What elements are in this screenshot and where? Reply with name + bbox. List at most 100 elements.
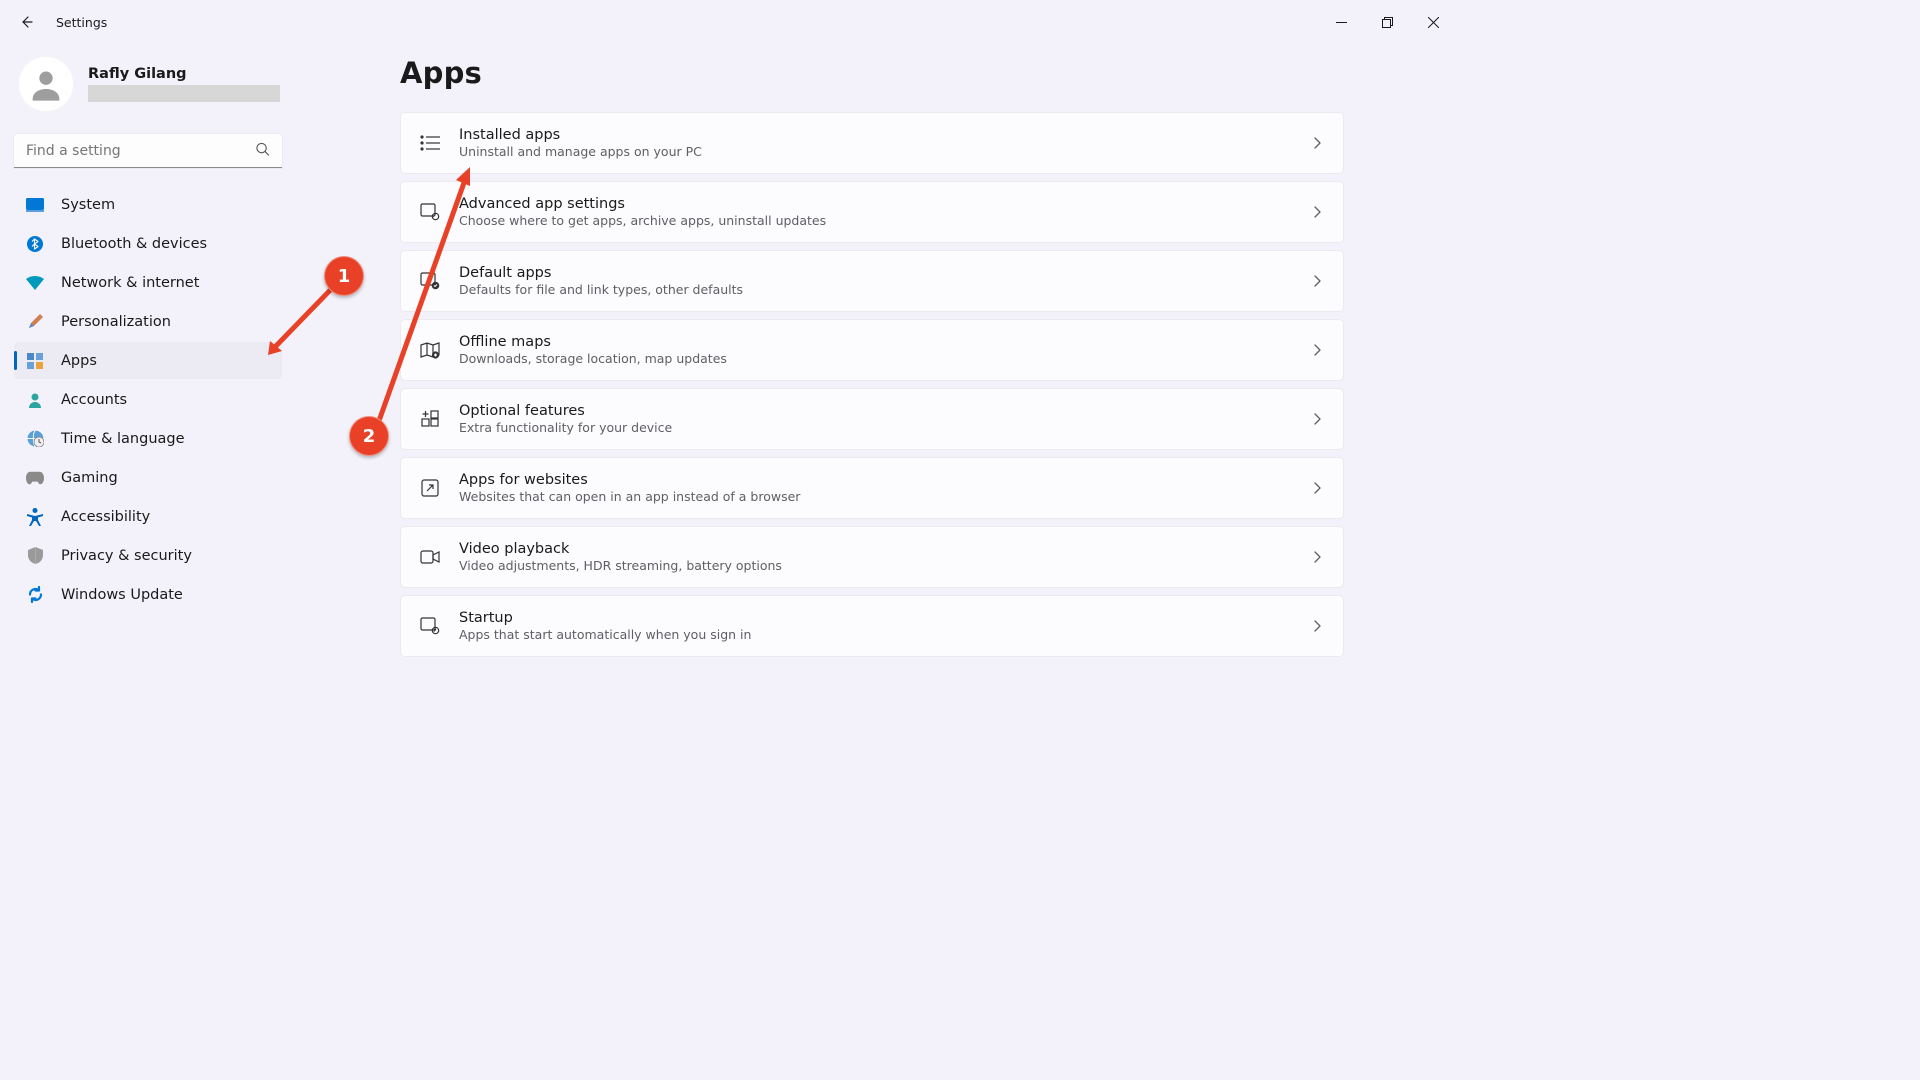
- chevron-right-icon: [1313, 548, 1321, 567]
- card-default-apps[interactable]: Default apps Defaults for file and link …: [400, 250, 1344, 312]
- search-box[interactable]: [14, 134, 282, 168]
- sidebar-item-privacy[interactable]: Privacy & security: [14, 537, 282, 574]
- sidebar-item-gaming[interactable]: Gaming: [14, 459, 282, 496]
- sidebar-item-label: Personalization: [61, 314, 171, 330]
- accessibility-icon: [26, 508, 44, 526]
- chevron-right-icon: [1313, 617, 1321, 636]
- card-video-playback[interactable]: Video playback Video adjustments, HDR st…: [400, 526, 1344, 588]
- profile-text: Rafly Gilang: [88, 66, 280, 102]
- bluetooth-icon: [26, 235, 44, 253]
- sidebar-item-label: Time & language: [61, 431, 185, 447]
- card-advanced-app[interactable]: Advanced app settings Choose where to ge…: [400, 181, 1344, 243]
- card-text: Apps for websites Websites that can open…: [459, 472, 1313, 504]
- chevron-right-icon: [1313, 134, 1321, 153]
- sidebar-item-personalization[interactable]: Personalization: [14, 303, 282, 340]
- card-optional-features[interactable]: Optional features Extra functionality fo…: [400, 388, 1344, 450]
- card-startup[interactable]: Startup Apps that start automatically wh…: [400, 595, 1344, 657]
- window-title: Settings: [56, 15, 107, 30]
- card-title: Offline maps: [459, 334, 1313, 350]
- list-icon: [419, 132, 441, 154]
- paintbrush-icon: [26, 313, 44, 331]
- avatar: [18, 56, 74, 112]
- window-controls: [1318, 7, 1456, 37]
- maximize-button[interactable]: [1364, 7, 1410, 37]
- card-title: Installed apps: [459, 127, 1313, 143]
- card-title: Video playback: [459, 541, 1313, 557]
- maximize-icon: [1382, 17, 1393, 28]
- clock-globe-icon: [26, 430, 44, 448]
- sidebar-item-label: Bluetooth & devices: [61, 236, 207, 252]
- sidebar-item-label: System: [61, 197, 115, 213]
- default-apps-icon: [419, 270, 441, 292]
- chevron-right-icon: [1313, 203, 1321, 222]
- shield-icon: [26, 547, 44, 565]
- sidebar-item-label: Accessibility: [61, 509, 150, 525]
- card-apps-for-websites[interactable]: Apps for websites Websites that can open…: [400, 457, 1344, 519]
- card-text: Startup Apps that start automatically wh…: [459, 610, 1313, 642]
- layout: Rafly Gilang System Bluetooth & devices …: [0, 44, 1456, 816]
- open-external-icon: [419, 477, 441, 499]
- sidebar-item-system[interactable]: System: [14, 186, 282, 223]
- profile[interactable]: Rafly Gilang: [14, 52, 300, 122]
- sidebar-item-update[interactable]: Windows Update: [14, 576, 282, 613]
- map-icon: [419, 339, 441, 361]
- sidebar-item-accounts[interactable]: Accounts: [14, 381, 282, 418]
- chevron-right-icon: [1313, 479, 1321, 498]
- card-subtitle: Apps that start automatically when you s…: [459, 627, 1313, 642]
- page-title: Apps: [400, 56, 1344, 90]
- sidebar-item-label: Windows Update: [61, 587, 183, 603]
- back-button[interactable]: [16, 12, 36, 32]
- sidebar-item-time[interactable]: Time & language: [14, 420, 282, 457]
- profile-name: Rafly Gilang: [88, 66, 280, 82]
- card-subtitle: Websites that can open in an app instead…: [459, 489, 1313, 504]
- main-content: Apps Installed apps Uninstall and manage…: [300, 44, 1456, 816]
- video-icon: [419, 546, 441, 568]
- chevron-right-icon: [1313, 341, 1321, 360]
- sidebar-item-network[interactable]: Network & internet: [14, 264, 282, 301]
- sidebar: Rafly Gilang System Bluetooth & devices …: [0, 44, 300, 816]
- close-button[interactable]: [1410, 7, 1456, 37]
- sidebar-item-label: Accounts: [61, 392, 127, 408]
- wifi-icon: [26, 274, 44, 292]
- chevron-right-icon: [1313, 272, 1321, 291]
- card-text: Optional features Extra functionality fo…: [459, 403, 1313, 435]
- sidebar-item-apps[interactable]: Apps: [14, 342, 282, 379]
- update-icon: [26, 586, 44, 604]
- card-subtitle: Video adjustments, HDR streaming, batter…: [459, 558, 1313, 573]
- titlebar-left: Settings: [16, 12, 107, 32]
- card-title: Optional features: [459, 403, 1313, 419]
- card-text: Installed apps Uninstall and manage apps…: [459, 127, 1313, 159]
- card-subtitle: Defaults for file and link types, other …: [459, 282, 1313, 297]
- card-offline-maps[interactable]: Offline maps Downloads, storage location…: [400, 319, 1344, 381]
- card-title: Startup: [459, 610, 1313, 626]
- card-installed-apps[interactable]: Installed apps Uninstall and manage apps…: [400, 112, 1344, 174]
- profile-email-redacted: [88, 85, 280, 102]
- optional-features-icon: [419, 408, 441, 430]
- card-text: Default apps Defaults for file and link …: [459, 265, 1313, 297]
- minimize-button[interactable]: [1318, 7, 1364, 37]
- card-title: Default apps: [459, 265, 1313, 281]
- card-subtitle: Choose where to get apps, archive apps, …: [459, 213, 1313, 228]
- minimize-icon: [1336, 17, 1347, 28]
- arrow-left-icon: [18, 14, 34, 30]
- system-icon: [26, 196, 44, 214]
- sidebar-item-bluetooth[interactable]: Bluetooth & devices: [14, 225, 282, 262]
- settings-card-list: Installed apps Uninstall and manage apps…: [400, 112, 1344, 657]
- person-icon: [26, 391, 44, 409]
- chevron-right-icon: [1313, 410, 1321, 429]
- card-subtitle: Downloads, storage location, map updates: [459, 351, 1313, 366]
- card-text: Offline maps Downloads, storage location…: [459, 334, 1313, 366]
- titlebar: Settings: [0, 0, 1456, 44]
- card-text: Video playback Video adjustments, HDR st…: [459, 541, 1313, 573]
- sidebar-item-accessibility[interactable]: Accessibility: [14, 498, 282, 535]
- card-title: Advanced app settings: [459, 196, 1313, 212]
- apps-icon: [26, 352, 44, 370]
- startup-icon: [419, 615, 441, 637]
- sidebar-item-label: Gaming: [61, 470, 118, 486]
- nav-list: System Bluetooth & devices Network & int…: [14, 186, 282, 613]
- card-subtitle: Extra functionality for your device: [459, 420, 1313, 435]
- sidebar-item-label: Apps: [61, 353, 97, 369]
- search-input[interactable]: [14, 134, 282, 168]
- sidebar-item-label: Privacy & security: [61, 548, 192, 564]
- search-icon: [255, 142, 270, 161]
